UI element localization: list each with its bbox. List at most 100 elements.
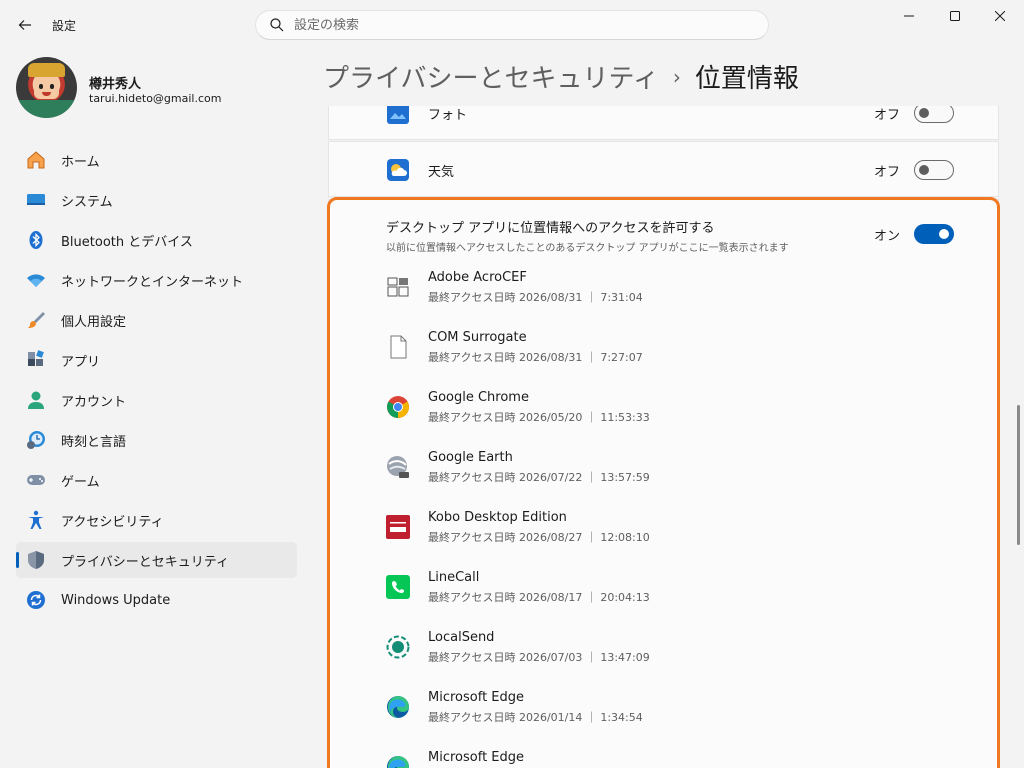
- app-name: Google Earth: [428, 450, 513, 465]
- app-last-access: 最終アクセス日時 2026/05/20 ｜ 11:53:33: [428, 411, 650, 424]
- sidebar-item-label: 時刻と言語: [61, 434, 127, 450]
- app-name: Kobo Desktop Edition: [428, 510, 567, 525]
- app-name: Microsoft Edge: [428, 750, 525, 765]
- page-title: プライバシーとセキュリティ › 位置情報: [323, 58, 799, 95]
- setting-row-label: フォト: [428, 107, 468, 123]
- setting-row-photos: フォト オフ: [328, 106, 999, 140]
- sidebar-item-apps[interactable]: アプリ: [16, 342, 297, 378]
- sidebar-item-accounts[interactable]: アカウント: [16, 382, 297, 418]
- desktop-apps-title: デスクトップ アプリに位置情報へのアクセスを許可する: [386, 221, 715, 236]
- sidebar-item-windows-update[interactable]: Windows Update: [16, 582, 297, 618]
- title-bar: 設定: [0, 0, 1024, 48]
- gamepad-icon: [26, 470, 46, 490]
- minimize-icon: [904, 15, 914, 17]
- sidebar-item-label: アカウント: [61, 394, 127, 410]
- desktop-apps-toggle[interactable]: [914, 224, 954, 244]
- sidebar-item-label: ホーム: [61, 154, 100, 170]
- photos-icon: [386, 106, 410, 125]
- chrome-icon: [386, 395, 410, 419]
- app-last-access: 最終アクセス日時 2026/08/27 ｜ 12:08:10: [428, 531, 650, 544]
- list-item: Google Earth 最終アクセス日時 2026/07/22 ｜ 13:57…: [329, 442, 999, 502]
- app-name: LineCall: [428, 570, 480, 585]
- app-name: LocalSend: [428, 630, 495, 645]
- maximize-icon: [950, 11, 960, 21]
- scrollbar-thumb[interactable]: [1017, 405, 1020, 545]
- desktop-apps-subtitle: 以前に位置情報へアクセスしたことのあるデスクトップ アプリがここに一覧表示されま…: [386, 243, 789, 254]
- weather-icon: [386, 158, 410, 182]
- sidebar-item-network[interactable]: ネットワークとインターネット: [16, 262, 297, 298]
- brush-icon: [26, 310, 46, 330]
- sidebar-item-time-language[interactable]: 時刻と言語: [16, 422, 297, 458]
- search-input[interactable]: [294, 17, 734, 33]
- app-name: Google Chrome: [428, 390, 529, 405]
- search-icon: [270, 18, 284, 32]
- desktop-app-list: Adobe AcroCEF 最終アクセス日時 2026/08/31 ｜ 7:31…: [329, 262, 999, 768]
- list-item: Google Chrome 最終アクセス日時 2026/05/20 ｜ 11:5…: [329, 382, 999, 442]
- account-icon: [26, 390, 46, 410]
- setting-row-label: 天気: [428, 164, 455, 180]
- sidebar-item-gaming[interactable]: ゲーム: [16, 462, 297, 498]
- desktop-apps-card: デスクトップ アプリに位置情報へのアクセスを許可する 以前に位置情報へアクセスし…: [328, 199, 999, 768]
- list-item: Microsoft Edge 最終アクセス日時 2026/01/14 ｜ 1:3…: [329, 682, 999, 742]
- search-box[interactable]: [255, 10, 769, 40]
- sidebar-item-system[interactable]: システム: [16, 182, 297, 218]
- linecall-icon: [386, 575, 410, 599]
- sidebar-item-label: ゲーム: [61, 474, 100, 490]
- list-item: Adobe AcroCEF 最終アクセス日時 2026/08/31 ｜ 7:31…: [329, 262, 999, 322]
- app-last-access: 最終アクセス日時 2026/01/14 ｜ 1:34:54: [428, 711, 643, 724]
- user-email: tarui.hideto@gmail.com: [89, 92, 222, 105]
- user-profile[interactable]: 樽井秀人 tarui.hideto@gmail.com: [16, 57, 316, 121]
- file-icon: [386, 335, 410, 359]
- windows-update-icon: [26, 590, 46, 610]
- app-name: COM Surrogate: [428, 330, 527, 345]
- sidebar-item-label: Bluetooth とデバイス: [61, 234, 193, 250]
- edge-icon: [386, 755, 410, 768]
- sidebar-item-privacy[interactable]: プライバシーとセキュリティ: [16, 542, 297, 578]
- toggle-state-text: オフ: [873, 107, 900, 123]
- breadcrumb-current: 位置情報: [694, 64, 799, 94]
- sidebar-item-bluetooth[interactable]: Bluetooth とデバイス: [16, 222, 297, 258]
- bluetooth-icon: [26, 230, 46, 250]
- wifi-icon: [26, 270, 46, 290]
- user-name: 樽井秀人: [89, 77, 142, 92]
- app-title: 設定: [52, 19, 77, 33]
- photos-toggle[interactable]: [914, 106, 954, 123]
- app-last-access: 最終アクセス日時 2026/07/03 ｜ 13:47:09: [428, 651, 650, 664]
- sidebar-item-label: Windows Update: [61, 592, 171, 608]
- back-arrow-icon: [18, 20, 31, 30]
- sidebar-item-accessibility[interactable]: アクセシビリティ: [16, 502, 297, 538]
- setting-row-weather: 天気 オフ: [328, 141, 999, 197]
- toggle-state-text: オン: [873, 228, 900, 244]
- app-last-access: 最終アクセス日時 2026/08/31 ｜ 7:27:07: [428, 351, 643, 364]
- maximize-button[interactable]: [932, 0, 978, 32]
- breadcrumb-separator: ›: [672, 65, 681, 89]
- list-item: LineCall 最終アクセス日時 2026/08/17 ｜ 20:04:13: [329, 562, 999, 622]
- back-button[interactable]: [10, 10, 40, 40]
- avatar: [16, 57, 77, 118]
- google-earth-icon: [386, 455, 410, 479]
- sidebar-item-label: 個人用設定: [61, 314, 127, 330]
- accessibility-icon: [26, 510, 46, 530]
- sidebar-item-home[interactable]: ホーム: [16, 142, 297, 178]
- weather-toggle[interactable]: [914, 160, 954, 180]
- sidebar-item-label: アプリ: [61, 354, 101, 370]
- sidebar-nav: ホーム システム Bluetooth とデバイス ネットワークとインターネット …: [16, 142, 297, 622]
- home-icon: [26, 150, 46, 170]
- app-last-access: 最終アクセス日時 2026/07/22 ｜ 13:57:59: [428, 471, 650, 484]
- time-language-icon: [26, 430, 46, 450]
- app-name: Adobe AcroCEF: [428, 270, 527, 285]
- sidebar-item-label: アクセシビリティ: [61, 514, 164, 530]
- shield-icon: [26, 550, 46, 570]
- breadcrumb-parent[interactable]: プライバシーとセキュリティ: [323, 64, 659, 94]
- app-name: Microsoft Edge: [428, 690, 525, 705]
- list-item: Kobo Desktop Edition 最終アクセス日時 2026/08/27…: [329, 502, 999, 562]
- edge-icon: [386, 695, 410, 719]
- close-icon: [995, 11, 1005, 21]
- sidebar-item-personalization[interactable]: 個人用設定: [16, 302, 297, 338]
- apps-icon: [26, 350, 46, 370]
- minimize-button[interactable]: [886, 0, 932, 32]
- system-icon: [26, 190, 46, 210]
- app-last-access: 最終アクセス日時 2026/08/17 ｜ 20:04:13: [428, 591, 650, 604]
- close-button[interactable]: [977, 0, 1023, 32]
- list-item: Microsoft Edge: [329, 742, 999, 768]
